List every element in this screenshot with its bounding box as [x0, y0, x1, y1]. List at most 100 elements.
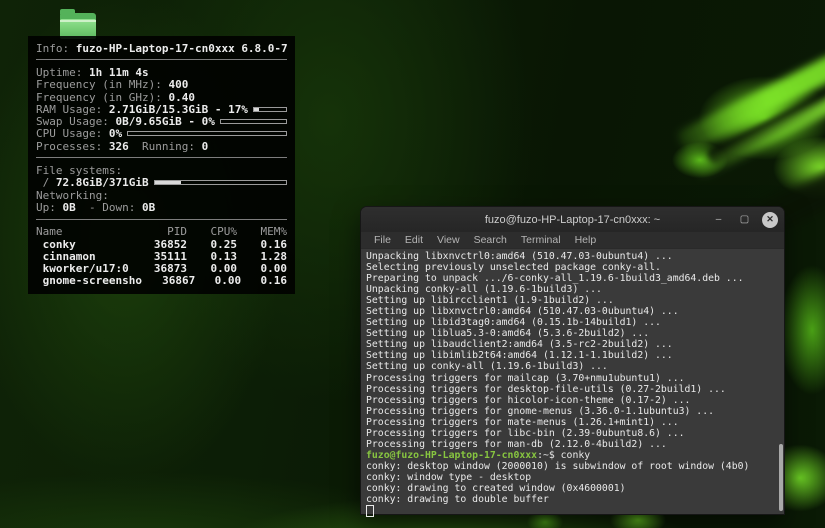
cell: 0.00 [187, 262, 237, 275]
terminal-line: Setting up libid3tag0:amd64 (0.15.1b-14b… [366, 317, 784, 328]
terminal-titlebar[interactable]: fuzo@fuzo-HP-Laptop-17-cn0xxx: ~ – ▢ ✕ [361, 207, 784, 232]
terminal-line: Setting up libaudclient2:amd64 (3.5-rc2-… [366, 339, 784, 350]
cell: conky [36, 238, 129, 251]
conky-text: Swap Usage: [36, 115, 115, 128]
conky-row: Frequency (in GHz): 0.40 [36, 91, 287, 103]
terminal-line: Unpacking conky-all (1.19.6-1build3) ... [366, 284, 784, 295]
conky-text: 0 [202, 140, 209, 153]
prompt-path: :~$ [537, 450, 555, 461]
terminal-line: Setting up libircclient1 (1.9-1build2) .… [366, 295, 784, 306]
conky-bar [154, 180, 287, 185]
process-table-header: NamePIDCPU%MEM% [36, 226, 287, 238]
terminal-line: Processing triggers for mailcap (3.70+nm… [366, 373, 784, 384]
conky-bar-fill [254, 108, 259, 111]
cell: 0.00 [237, 262, 287, 275]
terminal-line: Processing triggers for desktop-file-uti… [366, 384, 784, 395]
terminal-line: Processing triggers for mate-menus (1.26… [366, 417, 784, 428]
table-row: conky368520.250.16 [36, 238, 287, 250]
conky-text: Info: [36, 42, 76, 55]
conky-text: 326 [109, 140, 129, 153]
conky-text: Running: [129, 140, 202, 153]
terminal-line: Processing triggers for man-db (2.12.0-4… [366, 439, 784, 450]
conky-text: 2.71GiB/15.3GiB - 17% [109, 103, 248, 116]
terminal-cursor-line [366, 505, 784, 516]
cell: 0.25 [187, 238, 237, 251]
conky-system-monitor: Info: fuzo-HP-Laptop-17-cn0xxx 6.8.0-7 Up… [28, 36, 295, 294]
menu-item-view[interactable]: View [431, 234, 466, 246]
terminal-line: Unpacking libxnvctrl0:amd64 (510.47.03-0… [366, 251, 784, 262]
conky-bar [220, 119, 287, 124]
menu-item-terminal[interactable]: Terminal [515, 234, 567, 246]
conky-rows: Info: fuzo-HP-Laptop-17-cn0xxx 6.8.0-7 Up… [36, 42, 287, 220]
cell: 36873 [129, 262, 187, 275]
maximize-icon[interactable]: ▢ [736, 211, 753, 228]
conky-text: - Down: [76, 201, 142, 214]
conky-text: fuzo-HP-Laptop-17-cn0xxx 6.8.0-7 [76, 42, 288, 55]
conky-text: File systems: [36, 164, 122, 177]
conky-text: 0.40 [168, 91, 195, 104]
cell: 0.16 [237, 238, 287, 251]
conky-text: 0% [109, 127, 122, 140]
menu-item-file[interactable]: File [368, 234, 397, 246]
terminal-cursor [366, 505, 374, 517]
conky-row: CPU Usage: 0% [36, 128, 287, 140]
prompt-user-host: fuzo@fuzo-HP-Laptop-17-cn0xxx [366, 450, 537, 461]
cell: gnome-screensho [36, 274, 142, 287]
conky-row: Processes: 326 Running: 0 [36, 140, 287, 152]
conky-row: Up: 0B - Down: 0B [36, 201, 287, 213]
conky-text: Frequency (in MHz): [36, 78, 168, 91]
terminal-line: Setting up libxnvctrl0:amd64 (510.47.03-… [366, 306, 784, 317]
conky-row: File systems: [36, 164, 287, 176]
cell: 1.28 [237, 250, 287, 263]
cell: 36852 [129, 238, 187, 251]
menu-item-edit[interactable]: Edit [399, 234, 429, 246]
conky-text: 0B/9.65GiB - 0% [115, 115, 214, 128]
terminal-line: conky: desktop window (2000010) is subwi… [366, 461, 784, 472]
terminal-line: Selecting previously unselected package … [366, 262, 784, 273]
terminal-line: conky: drawing to created window (0x4600… [366, 483, 784, 494]
conky-row: Networking: [36, 189, 287, 201]
terminal-line: Preparing to unpack .../6-conky-all_1.19… [366, 273, 784, 284]
conky-text: CPU Usage: [36, 127, 109, 140]
conky-text: Frequency (in GHz): [36, 91, 168, 104]
cell: PID [129, 225, 187, 238]
conky-row: Swap Usage: 0B/9.65GiB - 0% [36, 115, 287, 127]
conky-row: Info: fuzo-HP-Laptop-17-cn0xxx 6.8.0-7 [36, 42, 287, 54]
scrollbar-thumb[interactable] [779, 444, 783, 511]
minimize-icon[interactable]: – [710, 211, 727, 228]
conky-row: RAM Usage: 2.71GiB/15.3GiB - 17% [36, 103, 287, 115]
close-icon[interactable]: ✕ [762, 212, 778, 228]
conky-process-table: NamePIDCPU%MEM% conky368520.250.16 cinna… [36, 226, 287, 287]
conky-text: Uptime: [36, 66, 89, 79]
conky-bar [253, 107, 287, 112]
table-row: gnome-screensho368670.000.16 [36, 275, 287, 287]
table-row: kworker/u17:0368730.000.00 [36, 262, 287, 274]
cell: 35111 [129, 250, 187, 263]
terminal-title: fuzo@fuzo-HP-Laptop-17-cn0xxx: ~ [485, 214, 660, 226]
conky-text: Up: [36, 201, 63, 214]
conky-separator [36, 59, 287, 60]
menu-item-help[interactable]: Help [569, 234, 603, 246]
cell: MEM% [237, 225, 287, 238]
terminal-output[interactable]: Unpacking libxnvctrl0:amd64 (510.47.03-0… [361, 249, 784, 517]
conky-text: Networking: [36, 189, 109, 202]
prompt-command: conky [555, 450, 590, 461]
conky-row: Uptime: 1h 11m 4s [36, 66, 287, 78]
terminal-line: Processing triggers for hicolor-icon-the… [366, 395, 784, 406]
conky-text: RAM Usage: [36, 103, 109, 116]
conky-bar [127, 131, 287, 136]
terminal-prompt-line: fuzo@fuzo-HP-Laptop-17-cn0xxx:~$ conky [366, 450, 784, 461]
cell: 0.13 [187, 250, 237, 263]
conky-text: 1h 11m 4s [89, 66, 149, 79]
terminal-line: Processing triggers for libc-bin (2.39-0… [366, 428, 784, 439]
conky-text: 400 [168, 78, 188, 91]
conky-row: / 72.8GiB/371GiB [36, 177, 287, 189]
terminal-line: conky: drawing to double buffer [366, 494, 784, 505]
conky-separator [36, 157, 287, 158]
cell: 0.16 [241, 274, 287, 287]
cell: cinnamon [36, 250, 129, 263]
conky-text: 0B [63, 201, 76, 214]
menu-item-search[interactable]: Search [468, 234, 513, 246]
conky-bar-fill [155, 181, 181, 184]
cell: Name [36, 225, 129, 238]
